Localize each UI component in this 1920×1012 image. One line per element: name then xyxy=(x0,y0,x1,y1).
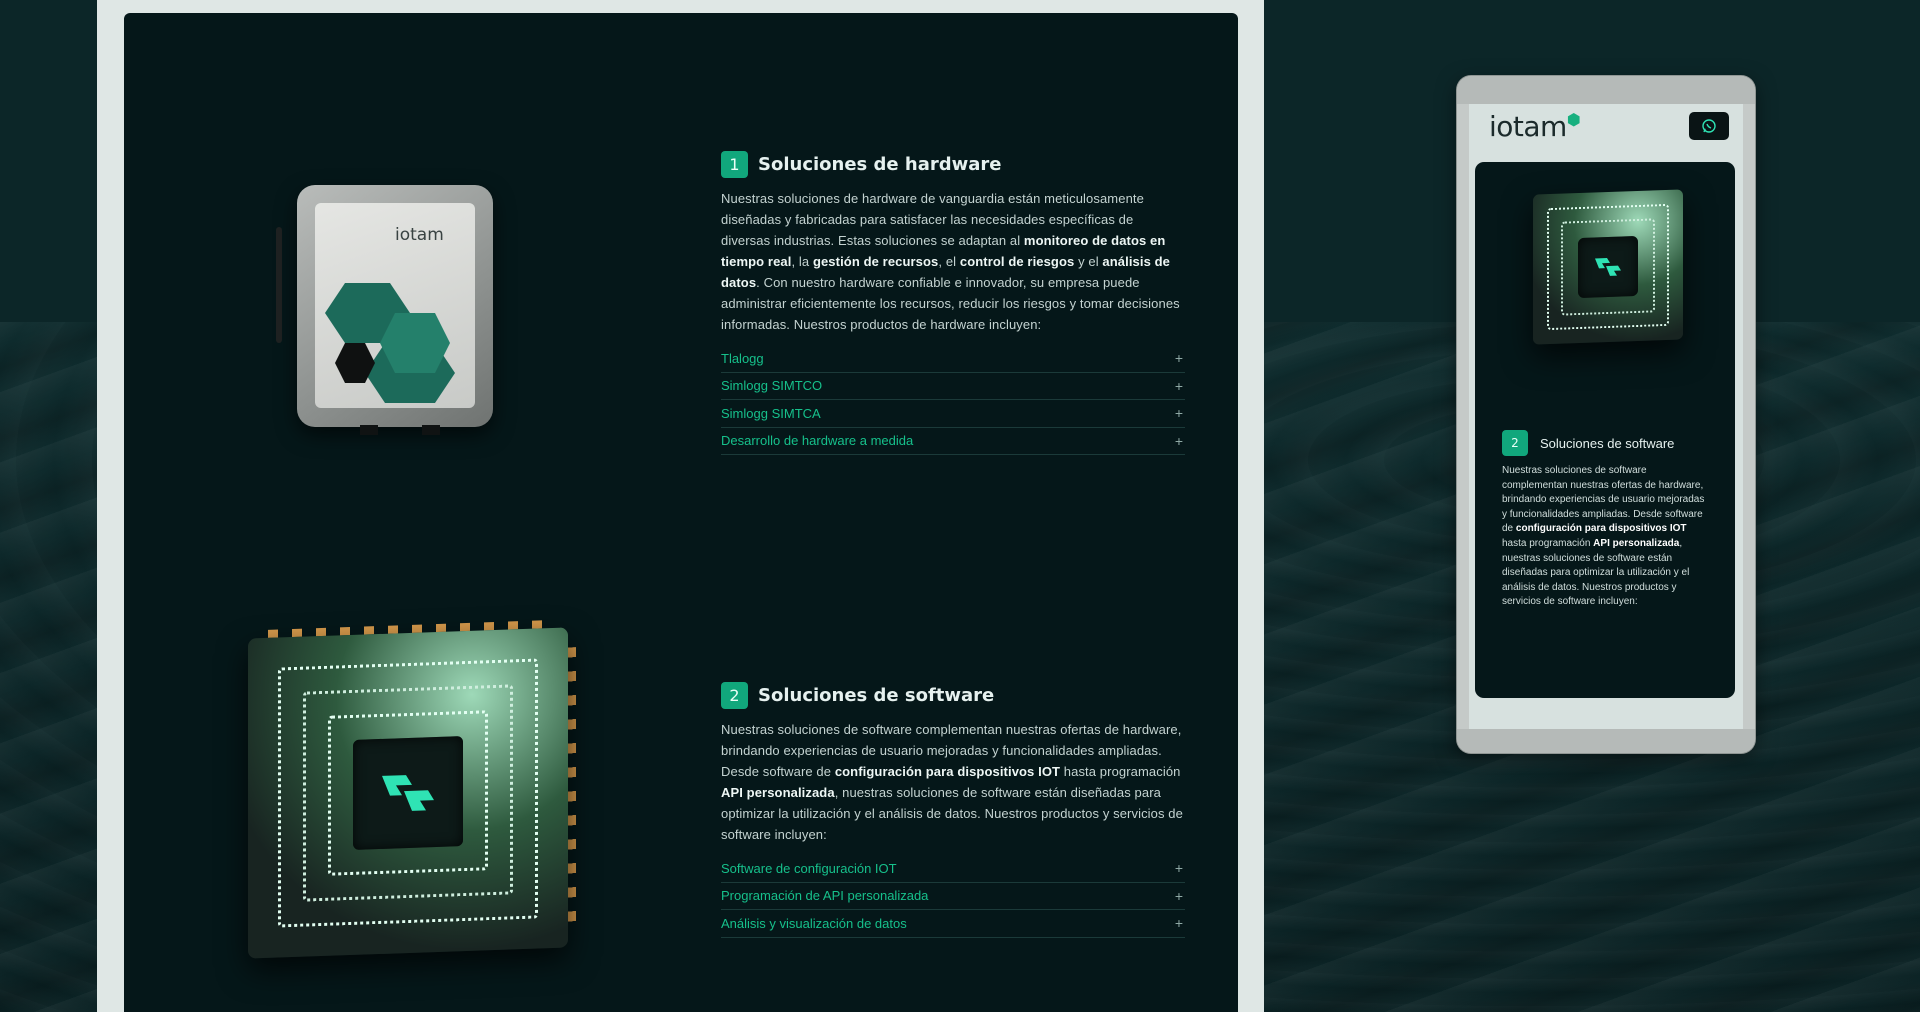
software-accordion: Software de configuración IOT + Programac… xyxy=(721,855,1185,938)
chip-image xyxy=(248,620,576,959)
mobile-software-card: 2 Soluciones de software Nuestras soluci… xyxy=(1475,162,1735,698)
section-number-badge: 2 xyxy=(721,682,748,709)
hardware-section: iotam 1 Soluciones de hardware Nuestras … xyxy=(124,13,1238,533)
section-description: Nuestras soluciones de software compleme… xyxy=(1502,465,1705,608)
brand-logo[interactable]: iotam⬢ xyxy=(1489,109,1581,143)
hardware-accordion: Tlalogg + Simlogg SIMTCO + Simlogg SIMTCA +… xyxy=(721,345,1185,455)
section-title: Soluciones de software xyxy=(758,685,995,706)
plus-icon: + xyxy=(1174,915,1183,932)
iotam-mark-icon xyxy=(1578,235,1638,299)
whatsapp-button[interactable] xyxy=(1689,112,1729,140)
hardware-device-image: iotam xyxy=(297,185,493,427)
hardware-content: 1 Soluciones de hardware Nuestras soluci… xyxy=(721,151,1185,455)
logo-mark-icon: ⬢ xyxy=(1566,109,1581,129)
whatsapp-icon xyxy=(1702,119,1716,133)
accordion-item-iot-config[interactable]: Software de configuración IOT + xyxy=(721,855,1185,883)
software-section: 2 Soluciones de software Nuestras soluci… xyxy=(124,533,1238,1012)
section-description: Nuestras soluciones de software compleme… xyxy=(721,722,1183,842)
hexagon-pattern-icon xyxy=(325,283,455,403)
accordion-item-data-analysis[interactable]: Análisis y visualización de datos + xyxy=(721,910,1185,938)
accordion-item-simlogg-simtco[interactable]: Simlogg SIMTCO + xyxy=(721,373,1185,400)
accordion-item-tlalogg[interactable]: Tlalogg + xyxy=(721,345,1185,373)
chip-image xyxy=(1533,189,1683,345)
mobile-mockup: iotam⬢ 2 Soluciones de software Nuestras… xyxy=(1457,76,1755,753)
iotam-mark-icon xyxy=(353,736,463,850)
section-title: Soluciones de software xyxy=(1540,435,1675,451)
accordion-item-custom-api[interactable]: Programación de API personalizada + xyxy=(721,883,1185,910)
software-content: 2 Soluciones de software Nuestras soluci… xyxy=(721,682,1185,938)
device-antenna xyxy=(276,227,282,343)
desktop-screen: iotam 1 Soluciones de hardware Nuestras … xyxy=(124,13,1238,1012)
plus-icon: + xyxy=(1174,860,1183,877)
mobile-header: iotam⬢ xyxy=(1469,104,1743,148)
plus-icon: + xyxy=(1174,887,1183,904)
plus-icon: + xyxy=(1174,350,1183,367)
section-number-badge: 1 xyxy=(721,151,748,178)
section-title: Soluciones de hardware xyxy=(758,154,1002,175)
plus-icon: + xyxy=(1174,405,1183,422)
desktop-mockup: iotam 1 Soluciones de hardware Nuestras … xyxy=(97,0,1264,1012)
mobile-screen: iotam⬢ 2 Soluciones de software Nuestras… xyxy=(1469,104,1743,729)
accordion-item-custom-hardware[interactable]: Desarrollo de hardware a medida + xyxy=(721,428,1185,455)
section-description: Nuestras soluciones de hardware de vangu… xyxy=(721,191,1180,332)
accordion-item-simlogg-simtca[interactable]: Simlogg SIMTCA + xyxy=(721,400,1185,428)
plus-icon: + xyxy=(1174,432,1183,449)
plus-icon: + xyxy=(1174,377,1183,394)
section-number-badge: 2 xyxy=(1502,430,1528,456)
